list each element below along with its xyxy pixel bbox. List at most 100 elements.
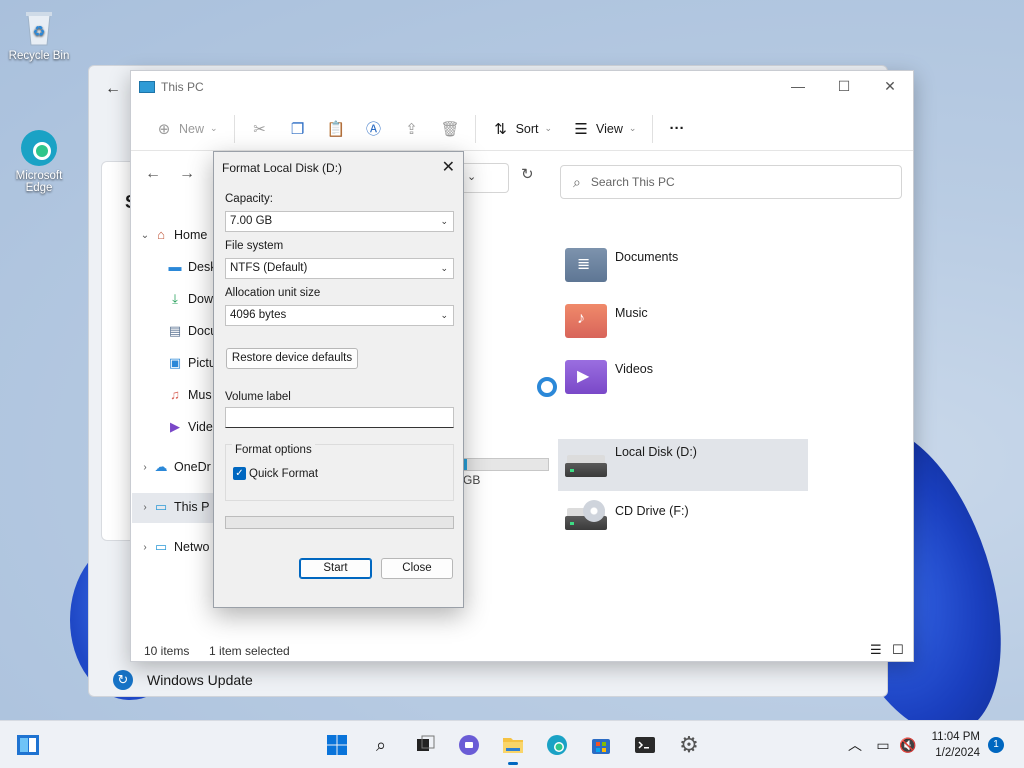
drive-local-disk-d[interactable]: Local Disk (D:): [565, 445, 697, 477]
item-label: CD Drive (F:): [615, 504, 689, 518]
capacity-select[interactable]: 7.00 GB ⌄: [225, 211, 454, 232]
chevron-down-icon: ⌄: [628, 123, 637, 133]
settings-gear-icon[interactable]: ⚙: [677, 733, 701, 757]
search-input[interactable]: ⌕ Search This PC: [560, 165, 902, 199]
notification-badge[interactable]: 1: [988, 737, 1004, 753]
chat-icon[interactable]: [457, 733, 481, 757]
volume-label: Volume label: [225, 391, 291, 403]
back-arrow-icon[interactable]: ←: [145, 165, 161, 183]
delete-button[interactable]: 🗑: [431, 113, 469, 145]
start-icon[interactable]: [325, 733, 349, 757]
copy-icon: ❐: [290, 120, 305, 138]
paste-button[interactable]: 📋: [317, 113, 355, 145]
rename-icon: Ⓐ: [366, 121, 382, 138]
filesystem-select[interactable]: NTFS (Default) ⌄: [225, 258, 454, 279]
windows-update-item[interactable]: ↻ Windows Update: [113, 670, 253, 690]
window-title: This PC: [161, 80, 204, 94]
new-label: New: [179, 121, 205, 136]
store-icon[interactable]: [589, 733, 613, 757]
rename-button[interactable]: Ⓐ: [355, 113, 393, 145]
chevron-down-icon: ⌄: [467, 171, 477, 183]
chevron-down-icon: ⌄: [440, 216, 448, 226]
item-label: Videos: [615, 362, 653, 376]
close-icon[interactable]: ✕: [442, 157, 455, 177]
search-icon[interactable]: ⌕: [369, 733, 393, 757]
back-arrow-icon[interactable]: ←: [105, 80, 121, 98]
tiles-view-icon[interactable]: ☐: [892, 642, 904, 658]
allocation-value: 4096 bytes: [230, 309, 287, 321]
chevron-down-icon: ⌄: [440, 263, 448, 273]
desktop-icon-label: Recycle Bin: [8, 50, 70, 62]
search-placeholder: Search This PC: [590, 175, 675, 189]
folder-videos[interactable]: ▶ Videos: [565, 360, 653, 394]
recycle-bin-icon: ♻: [19, 8, 59, 48]
maximize-button[interactable]: ☐: [821, 71, 867, 101]
quick-format-checkbox[interactable]: ✓ Quick Format: [233, 467, 318, 480]
svg-text:♻: ♻: [33, 23, 46, 39]
checkmark-icon: ✓: [233, 467, 246, 480]
quick-format-label: Quick Format: [249, 467, 319, 480]
windows-update-icon: ↻: [113, 670, 133, 690]
this-pc-icon: [139, 81, 155, 93]
folder-documents[interactable]: ≣ Documents: [565, 248, 678, 282]
sort-label: Sort: [515, 121, 539, 136]
drive-cd-f[interactable]: CD Drive (F:): [565, 500, 689, 530]
status-selection: 1 item selected: [209, 644, 290, 658]
widgets-icon[interactable]: [16, 733, 40, 757]
more-options-button[interactable]: ···: [659, 113, 694, 145]
desktop-icon-recycle-bin[interactable]: ♻ Recycle Bin: [4, 8, 74, 62]
copy-button[interactable]: ❐: [279, 113, 317, 145]
clock[interactable]: 11:04 PM 1/2/2024: [932, 729, 980, 761]
view-icon: ☰: [574, 120, 588, 138]
cut-icon: ✂: [253, 120, 266, 138]
volume-label-input[interactable]: [225, 407, 454, 428]
desktop-icon-edge[interactable]: Microsoft Edge: [4, 104, 74, 206]
start-button[interactable]: Start: [299, 558, 372, 579]
volume-muted-icon[interactable]: 🔇: [896, 733, 920, 757]
terminal-icon[interactable]: [633, 733, 657, 757]
dialog-title: Format Local Disk (D:): [222, 161, 343, 175]
filesystem-label: File system: [225, 240, 284, 252]
refresh-icon[interactable]: ↻: [521, 165, 534, 183]
task-view-icon[interactable]: [413, 733, 437, 757]
close-dialog-button[interactable]: Close: [381, 558, 453, 579]
network-status-icon[interactable]: ▭: [871, 733, 895, 757]
share-button[interactable]: ⇪: [393, 113, 431, 145]
allocation-select[interactable]: 4096 bytes ⌄: [225, 305, 454, 326]
taskbar: ⌕ ⚙ ︿ ▭ 🔇 11:04 PM 1/2/2024 1: [0, 720, 1024, 768]
trash-icon: 🗑: [440, 120, 460, 138]
forward-arrow-icon[interactable]: →: [179, 165, 195, 183]
filesystem-value: NTFS (Default): [230, 262, 308, 274]
close-button[interactable]: ✕: [867, 71, 913, 101]
drive-usage-bar: [463, 458, 549, 471]
address-bar[interactable]: ⌄: [461, 163, 509, 193]
view-label: View: [596, 121, 623, 136]
status-item-count: 10 items: [144, 644, 190, 658]
command-bar: ⊕ New ⌄ ✂ ❐ 📋 Ⓐ ⇪ 🗑 ⇅ Sort ⌄ ☰ View ⌄ ··…: [131, 107, 913, 151]
chevron-down-icon: ⌄: [210, 123, 218, 133]
format-progress-bar: [225, 516, 454, 529]
item-label: Music: [615, 306, 648, 320]
file-explorer-icon[interactable]: [501, 733, 525, 765]
desktop-icon-label: Microsoft Edge: [15, 170, 63, 194]
chevron-up-icon[interactable]: ︿: [843, 733, 867, 757]
documents-folder-icon: ≣: [565, 248, 607, 282]
folder-music[interactable]: ♪ Music: [565, 304, 648, 338]
details-view-icon[interactable]: ☰: [870, 642, 882, 658]
item-label: Local Disk (D:): [615, 445, 697, 459]
clock-time: 11:04 PM: [931, 731, 980, 743]
view-button[interactable]: ☰ View ⌄: [562, 113, 646, 145]
item-label: Documents: [615, 250, 679, 264]
new-button[interactable]: ⊕ New ⌄: [145, 113, 228, 145]
restore-defaults-button[interactable]: Restore device defaults: [226, 348, 358, 369]
cut-button[interactable]: ✂: [241, 113, 279, 145]
local-disk-icon: [565, 447, 607, 477]
sort-button[interactable]: ⇅ Sort ⌄: [482, 113, 562, 145]
videos-folder-icon: ▶: [565, 360, 607, 394]
edge-icon[interactable]: [545, 733, 569, 757]
paste-icon: 📋: [326, 120, 346, 138]
allocation-label: Allocation unit size: [225, 287, 321, 299]
edge-icon: [19, 116, 59, 166]
minimize-button[interactable]: —: [775, 71, 821, 101]
plus-icon: ⊕: [157, 120, 171, 138]
